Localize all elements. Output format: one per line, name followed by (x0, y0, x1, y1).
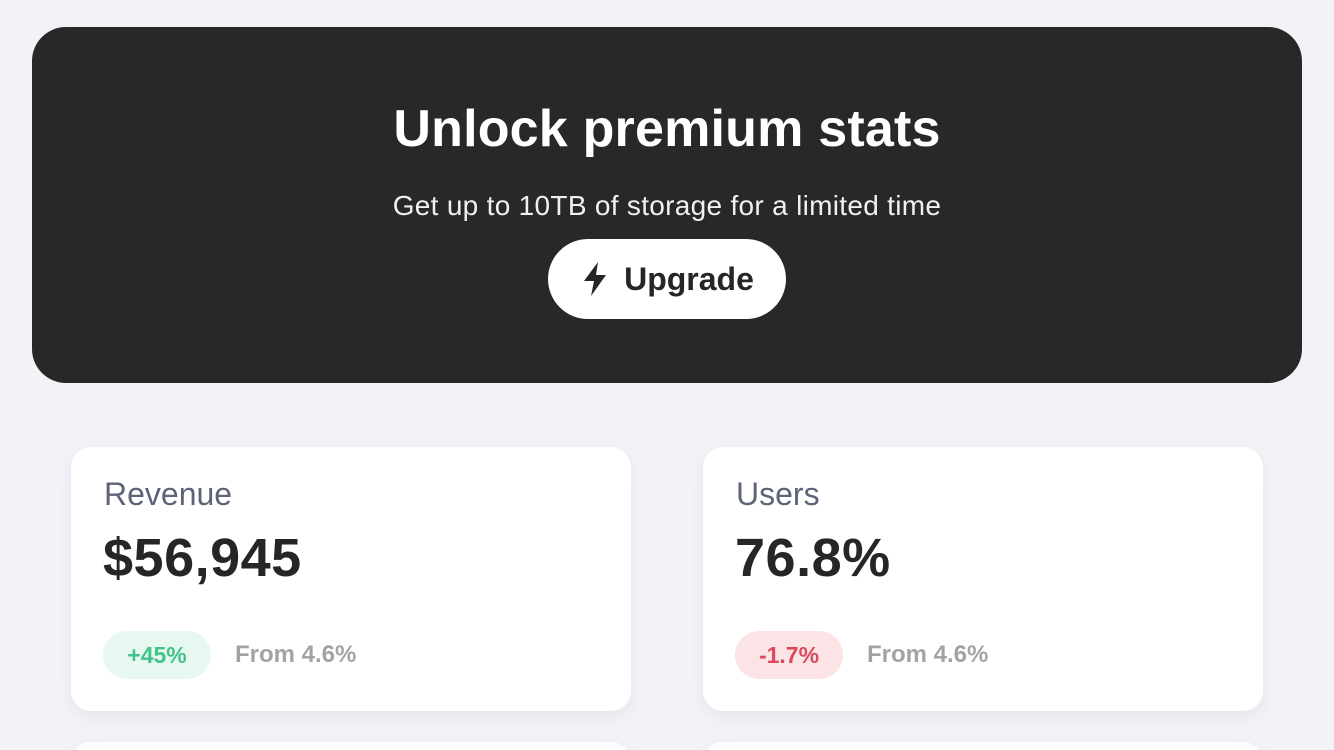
comparison-text: From 4.6% (235, 641, 357, 668)
stat-label: Users (736, 476, 820, 512)
stat-card-partial-right (703, 742, 1263, 750)
stat-value: 76.8% (735, 528, 891, 588)
upgrade-banner: Unlock premium stats Get up to 10TB of s… (32, 27, 1302, 383)
upgrade-button[interactable]: Upgrade (548, 239, 786, 319)
banner-title: Unlock premium stats (393, 100, 941, 158)
page: Unlock premium stats Get up to 10TB of s… (0, 0, 1334, 750)
stat-value: $56,945 (103, 528, 302, 588)
banner-subtitle: Get up to 10TB of storage for a limited … (392, 190, 942, 221)
stat-card-revenue: Revenue $56,945 +45% From 4.6% (71, 447, 631, 711)
upgrade-button-label: Upgrade (624, 260, 754, 297)
comparison-text: From 4.6% (867, 641, 989, 668)
stat-card-partial-left (71, 742, 631, 750)
delta-badge: +45% (103, 631, 211, 679)
delta-badge: -1.7% (735, 631, 843, 679)
stat-card-users: Users 76.8% -1.7% From 4.6% (703, 447, 1263, 711)
stat-label: Revenue (104, 476, 233, 512)
lightning-bolt-icon (580, 261, 610, 297)
